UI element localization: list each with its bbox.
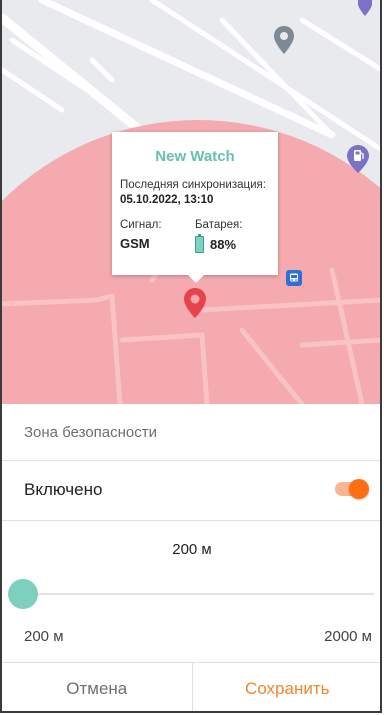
divider bbox=[2, 520, 380, 521]
device-location-pin-icon[interactable] bbox=[183, 287, 207, 319]
device-info-popup[interactable]: New Watch Последняя синхронизация: 05.10… bbox=[112, 132, 278, 283]
slider-thumb[interactable] bbox=[8, 579, 38, 609]
action-buttons: Отмена Сохранить bbox=[2, 662, 380, 711]
cancel-button[interactable]: Отмена bbox=[2, 663, 193, 711]
signal-value: GSM bbox=[120, 236, 195, 251]
screen: New Watch Последняя синхронизация: 05.10… bbox=[0, 0, 382, 713]
battery-column: Батарея: 88% bbox=[195, 219, 270, 253]
signal-column: Сигнал: GSM bbox=[120, 219, 195, 253]
signal-value-text: GSM bbox=[120, 236, 150, 251]
signal-label: Сигнал: bbox=[120, 219, 162, 231]
location-pin-icon bbox=[274, 26, 294, 54]
device-status-row: Сигнал: GSM Батарея: 88% bbox=[120, 219, 270, 253]
radius-min-label: 200 м bbox=[24, 628, 64, 645]
bus-stop-icon bbox=[286, 270, 302, 286]
battery-icon bbox=[195, 234, 204, 253]
switch-thumb[interactable] bbox=[349, 479, 369, 499]
last-sync-label: Последняя синхронизация: bbox=[120, 179, 266, 191]
enabled-toggle-row[interactable]: Включено bbox=[2, 461, 380, 520]
device-name: New Watch bbox=[155, 148, 235, 165]
safety-zone-title: Зона безопасности bbox=[24, 424, 158, 441]
last-sync-value: 05.10.2022, 13:10 bbox=[120, 194, 214, 206]
enabled-label: Включено bbox=[24, 480, 103, 499]
map-marker-icon bbox=[358, 0, 372, 16]
battery-value-text: 88% bbox=[210, 237, 237, 252]
radius-slider[interactable] bbox=[8, 578, 374, 610]
radius-max-label: 2000 м bbox=[324, 628, 372, 645]
map-view[interactable]: New Watch Последняя синхронизация: 05.10… bbox=[2, 0, 380, 404]
radius-value: 200 м bbox=[172, 541, 212, 558]
battery-label: Батарея: bbox=[195, 219, 243, 231]
safety-zone-sheet: Зона безопасности Включено 200 м 200 м 2… bbox=[2, 404, 380, 711]
slider-track[interactable] bbox=[8, 593, 374, 595]
battery-value: 88% bbox=[195, 234, 270, 253]
gas-station-icon bbox=[347, 145, 369, 173]
save-button[interactable]: Сохранить bbox=[192, 663, 380, 711]
